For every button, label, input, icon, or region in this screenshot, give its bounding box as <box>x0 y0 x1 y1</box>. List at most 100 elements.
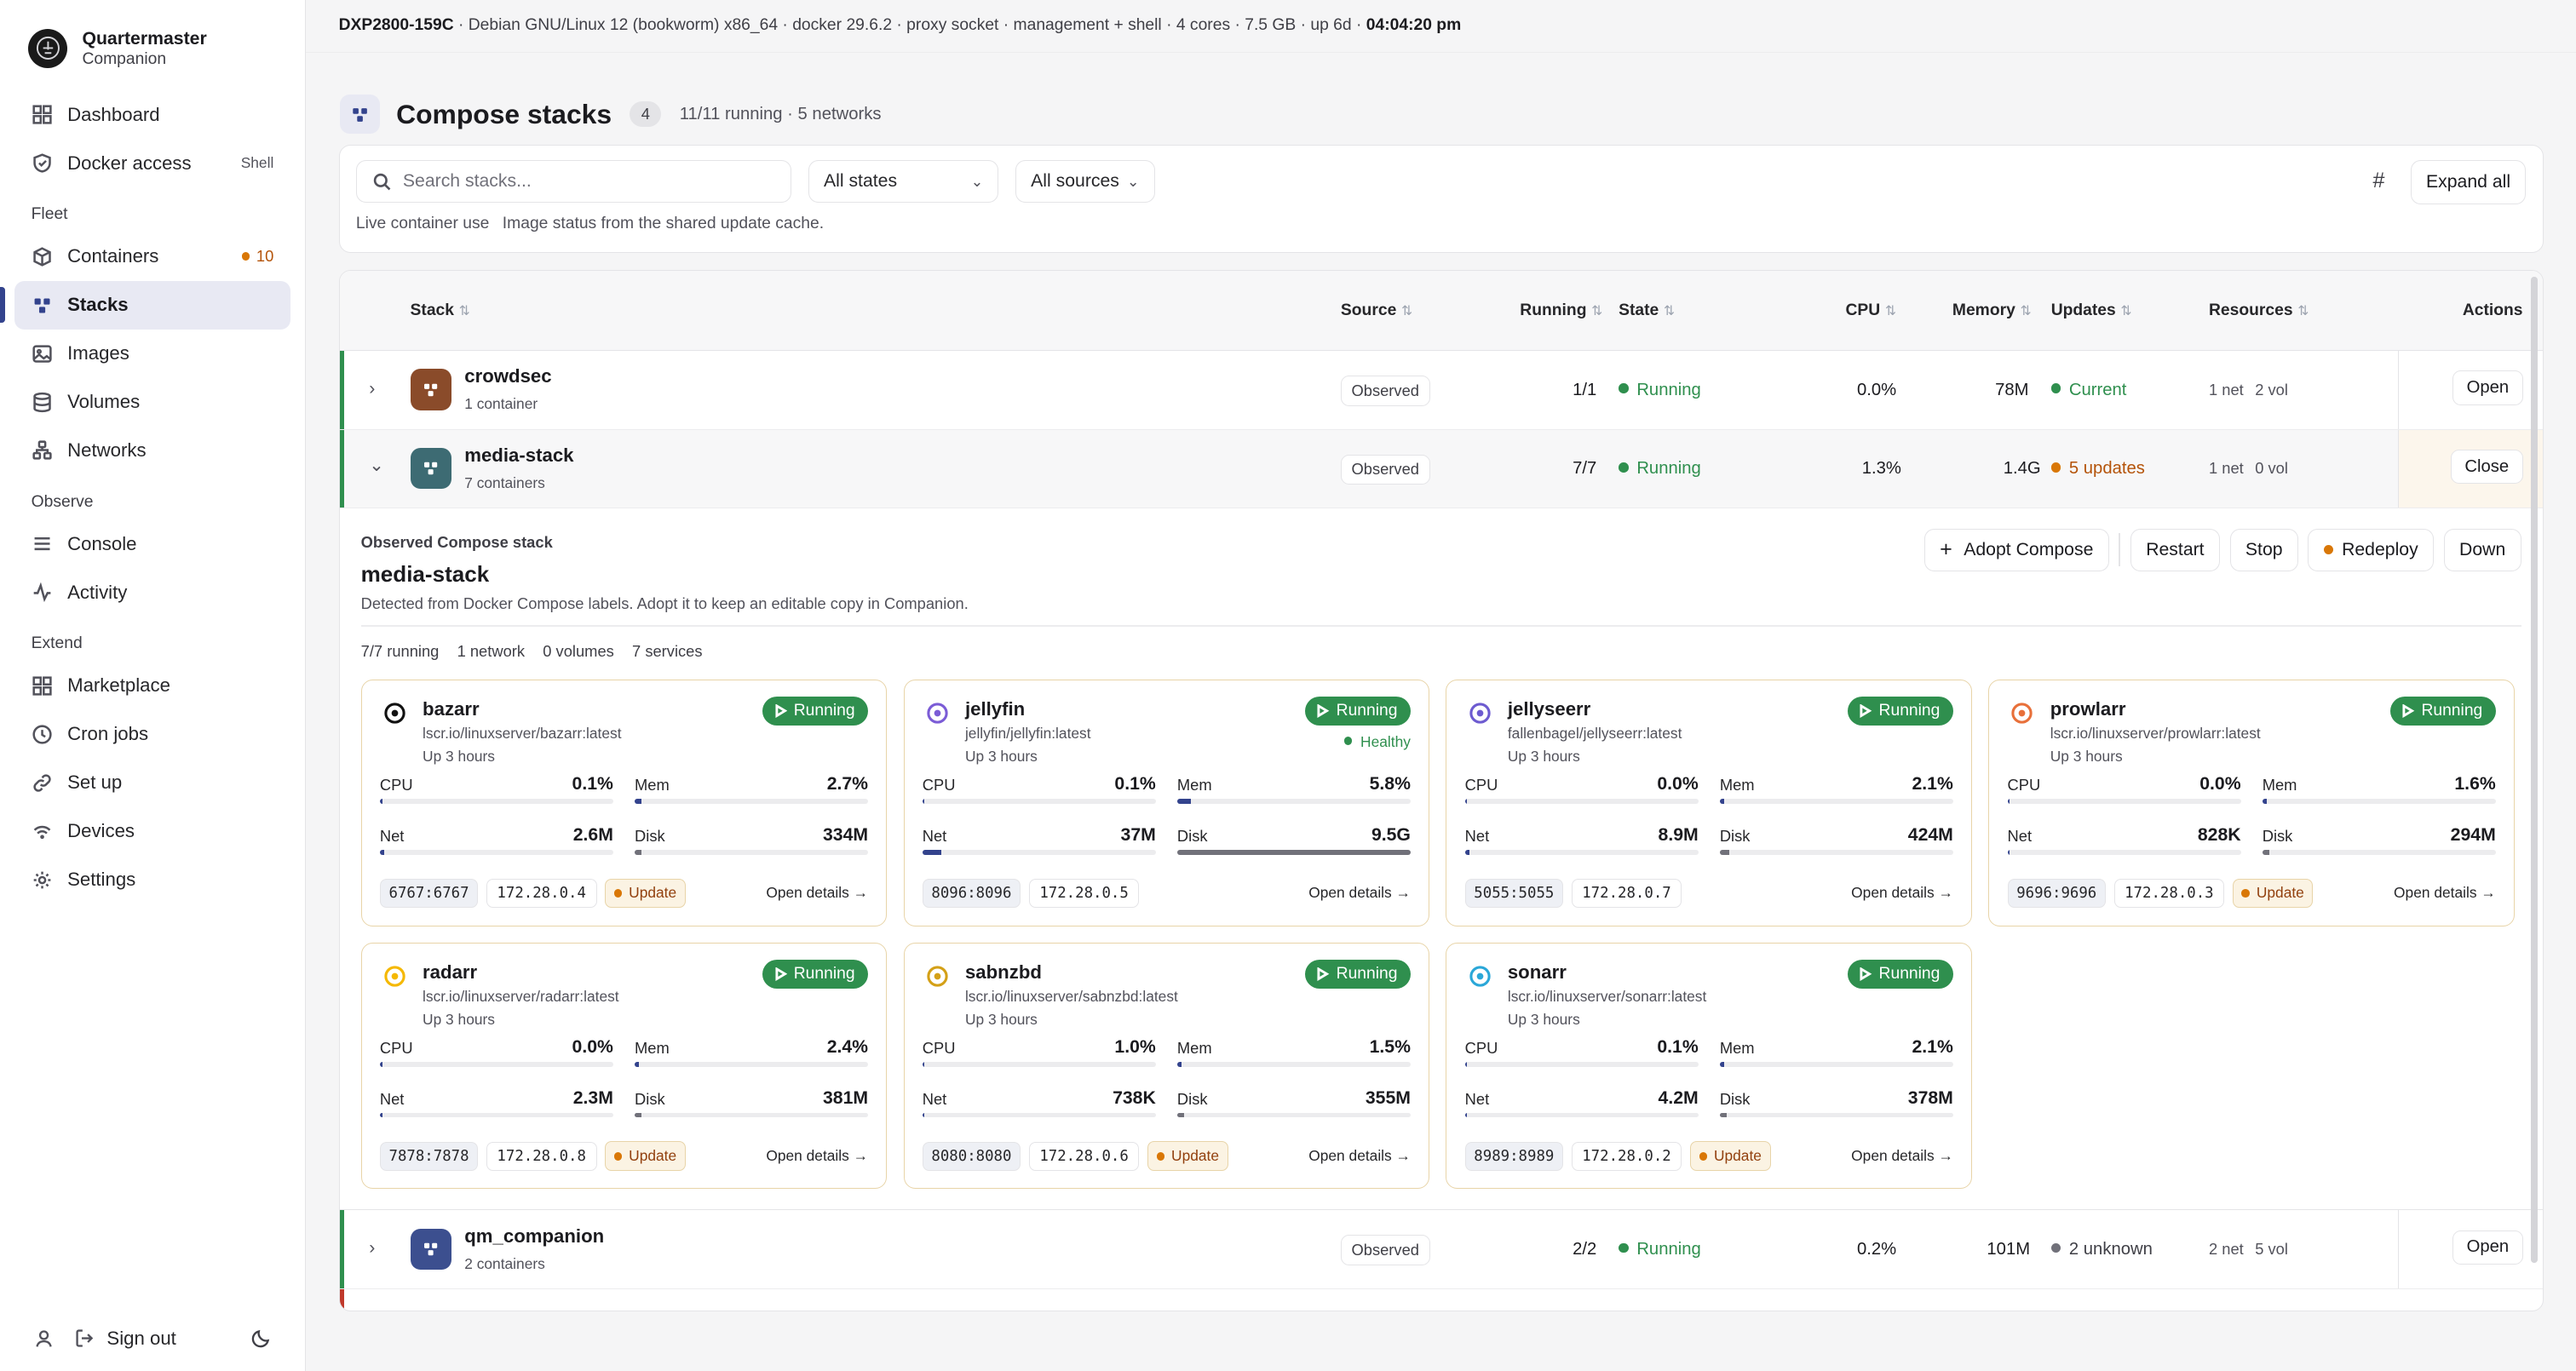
container-name[interactable]: jellyfin <box>965 698 1025 720</box>
container-card[interactable]: jellyseerr fallenbagel/jellyseerr:latest… <box>1446 680 1973 926</box>
open-details-link[interactable]: Open details → <box>1851 1147 1953 1165</box>
open-details-link[interactable]: Open details → <box>2394 884 2496 902</box>
table-row[interactable]: › crowdsec 1 container Observed 1/1 Runn… <box>339 351 2543 430</box>
sidebar-item-set-up[interactable]: Set up <box>14 759 290 807</box>
sidebar-item-networks[interactable]: Networks <box>14 427 290 475</box>
down-button[interactable]: Down <box>2443 528 2521 571</box>
running-badge: Running <box>1304 960 1411 989</box>
container-card[interactable]: radarr lscr.io/linuxserver/radarr:latest… <box>360 942 888 1190</box>
sidebar-item-images[interactable]: Images <box>14 330 290 378</box>
metric-label: Mem <box>635 776 670 794</box>
sidebar-item-volumes[interactable]: Volumes <box>14 378 290 427</box>
container-card[interactable]: bazarr lscr.io/linuxserver/bazarr:latest… <box>360 680 888 926</box>
metric-label: Net <box>379 826 405 845</box>
open-details-link[interactable]: Open details → <box>1308 1147 1411 1165</box>
col-running[interactable]: Running ⇅ <box>1520 301 1602 320</box>
update-badge[interactable]: Update <box>1689 1141 1771 1172</box>
sign-out-button[interactable]: Sign out <box>74 1328 176 1350</box>
sidebar-item-cron-jobs[interactable]: Cron jobs <box>14 710 290 759</box>
col-updates[interactable]: Updates ⇅ <box>2051 301 2132 320</box>
metric-disk: Disk 9.5G <box>1176 825 1411 863</box>
moon-icon[interactable] <box>250 1328 272 1349</box>
container-card[interactable]: sabnzbd lscr.io/linuxserver/sabnzbd:late… <box>903 942 1430 1190</box>
container-name[interactable]: prowlarr <box>2050 698 2126 720</box>
table-row[interactable]: ⌄ media-stack 7 containers Observed 7/7 … <box>339 429 2543 509</box>
table-scrollbar[interactable] <box>2531 277 2538 1264</box>
open-details-link[interactable]: Open details → <box>766 1147 868 1165</box>
adopt-compose-button[interactable]: + Adopt Compose <box>1923 528 2109 571</box>
container-name[interactable]: sonarr <box>1508 961 1567 984</box>
table-row[interactable] <box>339 1289 2543 1311</box>
sidebar-item-label: Stacks <box>67 294 129 316</box>
card-footer: 7878:7878 172.28.0.8 Update Open details… <box>379 1140 868 1172</box>
grid-icon <box>32 676 52 696</box>
sidebar-footer: Sign out <box>33 1328 273 1350</box>
host-status-bar: DXP2800-159C · Debian GNU/Linux 12 (book… <box>305 0 2576 53</box>
updates-status: 5 updates <box>2050 459 2145 479</box>
source-filter-select[interactable]: All sources ⌄ <box>1015 160 1155 204</box>
metric-track <box>922 1061 1156 1067</box>
expand-all-button[interactable]: Expand all <box>2410 160 2527 205</box>
user-icon[interactable] <box>33 1328 55 1349</box>
open-button[interactable]: Open <box>2452 1230 2523 1265</box>
container-card[interactable]: jellyfin jellyfin/jellyfin:latest Up 3 h… <box>903 680 1430 926</box>
metric-track <box>1719 1061 1953 1067</box>
stop-button[interactable]: Stop <box>2229 528 2298 571</box>
chevron-right-icon[interactable]: › <box>369 1238 375 1259</box>
state-filter-select[interactable]: All states ⌄ <box>808 160 999 204</box>
memory-value: 1.4G <box>2003 459 2041 479</box>
search-placeholder: Search stacks... <box>402 171 532 192</box>
update-badge[interactable]: Update <box>605 878 686 909</box>
metric-track <box>2262 849 2496 855</box>
sidebar-item-dashboard[interactable]: Dashboard <box>14 90 290 139</box>
sidebar-item-devices[interactable]: Devices <box>14 807 290 856</box>
update-badge[interactable]: Update <box>605 1141 686 1172</box>
redeploy-button[interactable]: Redeploy <box>2308 528 2435 571</box>
close-button[interactable]: Close <box>2450 449 2523 485</box>
metric-fill <box>635 1112 642 1118</box>
metric-cpu: CPU 0.1% <box>922 774 1156 812</box>
open-details-link[interactable]: Open details → <box>766 884 868 902</box>
metric-value: 355M <box>1365 1087 1411 1108</box>
container-name[interactable]: bazarr <box>423 698 480 720</box>
sidebar-item-stacks[interactable]: Stacks <box>0 280 290 330</box>
container-card[interactable]: prowlarr lscr.io/linuxserver/prowlarr:la… <box>1988 680 2515 926</box>
sidebar-item-label: Settings <box>67 869 136 891</box>
filter-notes: Live container use Image status from the … <box>356 215 837 233</box>
container-name[interactable]: radarr <box>423 961 477 984</box>
chevron-right-icon[interactable]: › <box>369 379 375 399</box>
container-name[interactable]: jellyseerr <box>1508 698 1590 720</box>
col-memory[interactable]: Memory ⇅ <box>1952 301 2032 320</box>
col-state[interactable]: State ⇅ <box>1619 301 1675 320</box>
update-badge[interactable]: Update <box>2232 878 2314 909</box>
search-input[interactable]: Search stacks... <box>355 160 792 204</box>
restart-button[interactable]: Restart <box>2130 528 2220 571</box>
sidebar-item-console[interactable]: Console <box>14 519 290 568</box>
col-cpu[interactable]: CPU ⇅ <box>1845 301 1895 320</box>
metric-label: Disk <box>1176 826 1208 845</box>
metric-fill <box>635 799 642 804</box>
update-badge[interactable]: Update <box>1147 1141 1228 1172</box>
metric-fill <box>635 849 642 855</box>
stack-name[interactable]: media-stack <box>464 445 573 467</box>
open-button[interactable]: Open <box>2452 370 2523 405</box>
col-source[interactable]: Source ⇅ <box>1341 301 1412 320</box>
sidebar-item-marketplace[interactable]: Marketplace <box>14 662 290 710</box>
sidebar-item-docker-access[interactable]: Docker access Shell <box>14 139 290 187</box>
container-card[interactable]: sonarr lscr.io/linuxserver/sonarr:latest… <box>1446 942 1973 1190</box>
chevron-down-icon[interactable]: ⌄ <box>369 455 384 476</box>
stack-name[interactable]: qm_companion <box>464 1225 604 1248</box>
col-stack[interactable]: Stack ⇅ <box>411 301 470 320</box>
sidebar-item-containers[interactable]: Containers 10 <box>14 232 290 281</box>
stack-name[interactable]: crowdsec <box>464 365 551 387</box>
table-row[interactable]: › qm_companion 2 containers Observed 2/2… <box>339 1210 2543 1290</box>
col-resources[interactable]: Resources ⇅ <box>2209 301 2309 320</box>
filter-bar: Search stacks... All states ⌄ All sources… <box>338 144 2544 254</box>
container-name[interactable]: sabnzbd <box>965 961 1042 984</box>
open-details-link[interactable]: Open details → <box>1851 884 1953 902</box>
open-details-link[interactable]: Open details → <box>1308 884 1411 902</box>
grid-view-icon[interactable]: # <box>2372 169 2384 193</box>
detail-description: Detected from Docker Compose labels. Ado… <box>360 594 969 612</box>
sidebar-item-activity[interactable]: Activity <box>14 568 290 617</box>
sidebar-item-settings[interactable]: Settings <box>14 856 290 904</box>
